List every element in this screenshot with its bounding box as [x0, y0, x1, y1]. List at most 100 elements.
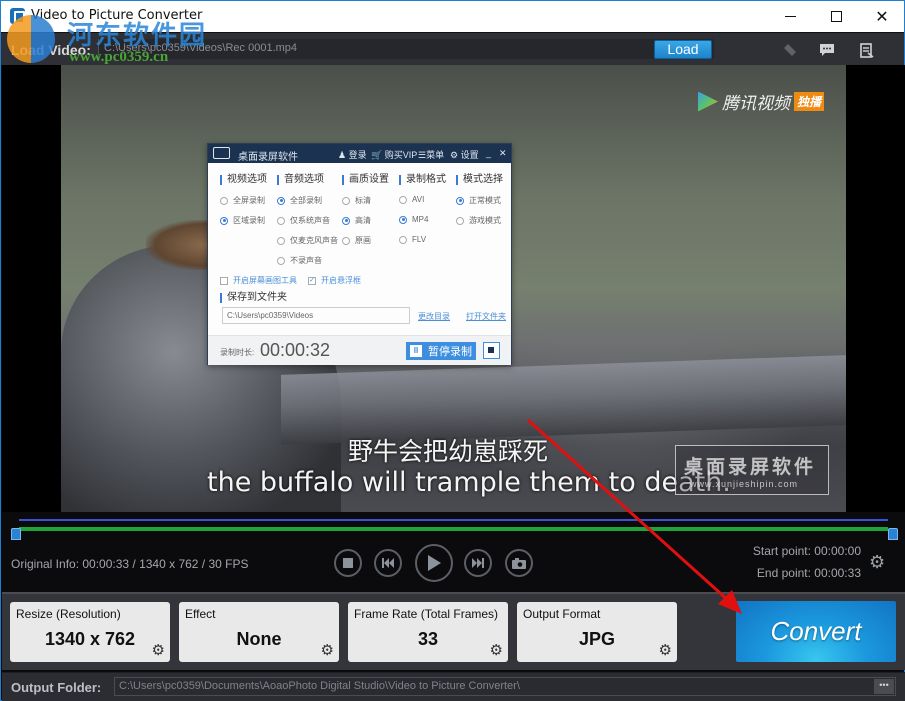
- radio-fullscreen[interactable]: 全屏录制: [220, 195, 265, 206]
- save-path-input[interactable]: C:\Users\pc0359\Videos: [222, 307, 410, 324]
- brand-watermark: 桌面录屏软件 www.xunjieshipin.com: [675, 445, 829, 495]
- radio-label: 仅麦克风声音: [290, 236, 338, 245]
- checkbox-box: [220, 276, 228, 285]
- radio-audio-all[interactable]: 全部录制: [277, 195, 322, 206]
- radio-mode-normal[interactable]: 正常模式: [456, 195, 501, 206]
- range-track[interactable]: [19, 519, 888, 521]
- close-icon: ✕: [875, 8, 889, 26]
- video-path-input[interactable]: C:\Users\pc0359\Videos\Rec 0001.mp4: [98, 39, 714, 59]
- radio-label: 高清: [355, 216, 371, 225]
- frame-rate-card[interactable]: Frame Rate (Total Frames) 33 ⚙: [348, 602, 508, 662]
- radio-label: 游戏模式: [469, 216, 501, 225]
- play-button[interactable]: [415, 544, 453, 582]
- convert-button[interactable]: Convert: [736, 601, 896, 662]
- radio-region[interactable]: 区域录制: [220, 215, 265, 226]
- output-format-gear-icon[interactable]: ⚙: [659, 641, 672, 659]
- video-preview: 腾讯视频 独播 野牛会把幼崽踩死 the buffalo will trampl…: [2, 65, 905, 512]
- log-icon[interactable]: [858, 41, 876, 59]
- tencent-video-icon: [698, 91, 718, 112]
- duration-label: 录制时长:: [220, 348, 255, 357]
- chat-icon[interactable]: [818, 41, 836, 59]
- settings-panel: Resize (Resolution) 1340 x 762 ⚙ Effect …: [2, 592, 905, 670]
- change-directory-link[interactable]: 更改目录: [418, 311, 450, 322]
- recorder-buy-vip[interactable]: 🛒 购买VIP: [371, 148, 417, 161]
- radio-format-mp4[interactable]: MP4: [399, 215, 428, 224]
- radio-dot: [277, 236, 285, 245]
- resize-label: Resize (Resolution): [16, 607, 121, 621]
- brand-name: 桌面录屏软件: [684, 456, 817, 478]
- radio-dot: [399, 235, 407, 244]
- screen-record-icon: [213, 147, 230, 159]
- radio-format-flv[interactable]: FLV: [399, 235, 426, 244]
- previous-button[interactable]: [374, 549, 402, 577]
- checkbox-float-window[interactable]: ✓ 开启悬浮框: [308, 275, 361, 286]
- resize-gear-icon[interactable]: ⚙: [152, 641, 165, 659]
- radio-quality-hd[interactable]: 高清: [342, 215, 371, 226]
- browse-folder-button[interactable]: •••: [874, 679, 894, 694]
- radio-label: 不录声音: [290, 256, 322, 265]
- section-audio: 音频选项: [277, 175, 324, 185]
- pause-recording-button[interactable]: II 暂停录制: [406, 342, 476, 360]
- open-folder-link[interactable]: 打开文件夹: [466, 311, 506, 322]
- app-logo-icon: [10, 8, 25, 24]
- output-folder-label: Output Folder:: [11, 680, 102, 695]
- channel-name: 腾讯视频: [722, 94, 790, 114]
- recording-duration: 00:00:32: [260, 340, 331, 360]
- radio-dot: [456, 196, 464, 205]
- radio-label: 全屏录制: [233, 196, 265, 205]
- effect-gear-icon[interactable]: ⚙: [321, 641, 334, 659]
- camera-icon: [512, 557, 526, 569]
- checkbox-box: ✓: [308, 276, 316, 285]
- frame-rate-value: 33: [417, 629, 439, 649]
- recorder-login[interactable]: ♟ 登录: [338, 148, 367, 161]
- effect-card[interactable]: Effect None ⚙: [179, 602, 339, 662]
- frame-rate-gear-icon[interactable]: ⚙: [490, 641, 503, 659]
- tag-icon[interactable]: [781, 41, 799, 59]
- output-folder-input[interactable]: C:\Users\pc0359\Documents\AoaoPhoto Digi…: [114, 677, 896, 696]
- radio-audio-none[interactable]: 不录声音: [277, 255, 322, 266]
- section-quality: 画质设置: [342, 175, 389, 185]
- recorder-minimize[interactable]: _: [486, 148, 491, 158]
- output-format-card[interactable]: Output Format JPG ⚙: [517, 602, 677, 662]
- radio-dot: [399, 195, 407, 204]
- maximize-button[interactable]: [813, 1, 859, 32]
- radio-format-avi[interactable]: AVI: [399, 195, 424, 204]
- close-button[interactable]: ✕: [859, 1, 905, 32]
- recorder-menu[interactable]: ☰菜单: [418, 148, 444, 161]
- menu-label: 菜单: [426, 150, 445, 160]
- end-point: End point: 00:00:33: [756, 566, 861, 580]
- radio-quality-sd[interactable]: 标清: [342, 195, 371, 206]
- recorder-settings[interactable]: ⚙ 设置: [450, 148, 479, 161]
- recorder-close[interactable]: ✕: [499, 148, 507, 159]
- start-point: Start point: 00:00:00: [752, 544, 861, 558]
- load-video-label: Load Video:: [11, 42, 91, 58]
- end-handle[interactable]: [888, 528, 898, 540]
- frame-rate-label-suffix: (Total Frames): [417, 607, 499, 621]
- stop-icon: [343, 558, 353, 568]
- snapshot-button[interactable]: [505, 549, 533, 577]
- load-video-bar: Load Video: C:\Users\pc0359\Videos\Rec 0…: [1, 32, 904, 65]
- stop-recording-button[interactable]: [483, 342, 500, 359]
- start-handle[interactable]: [11, 528, 21, 540]
- radio-audio-system[interactable]: 仅系统声音: [277, 215, 330, 226]
- next-button[interactable]: [464, 549, 492, 577]
- radio-mode-game[interactable]: 游戏模式: [456, 215, 501, 226]
- load-button[interactable]: Load: [654, 40, 712, 59]
- timeline-settings-gear-icon[interactable]: ⚙: [869, 552, 885, 573]
- play-icon: [428, 555, 441, 571]
- resize-card[interactable]: Resize (Resolution) 1340 x 762 ⚙: [10, 602, 170, 662]
- checkbox-draw-tool[interactable]: 开启屏幕画图工具: [220, 275, 297, 286]
- section-mode: 模式选择: [456, 175, 503, 185]
- output-format-value: JPG: [578, 629, 616, 649]
- settings-label: 设置: [460, 150, 479, 160]
- minimize-button[interactable]: [767, 1, 813, 32]
- radio-audio-mic[interactable]: 仅麦克风声音: [277, 235, 338, 246]
- stop-button[interactable]: [334, 549, 362, 577]
- radio-dot: [342, 196, 350, 205]
- radio-label: 正常模式: [469, 196, 501, 205]
- progress-track[interactable]: [19, 527, 888, 531]
- checkbox-label: 开启悬浮框: [321, 276, 361, 285]
- radio-quality-original[interactable]: 原画: [342, 235, 371, 246]
- recorder-footer: 录制时长: 00:00:32 II 暂停录制: [208, 335, 511, 365]
- minimize-icon: [784, 16, 796, 17]
